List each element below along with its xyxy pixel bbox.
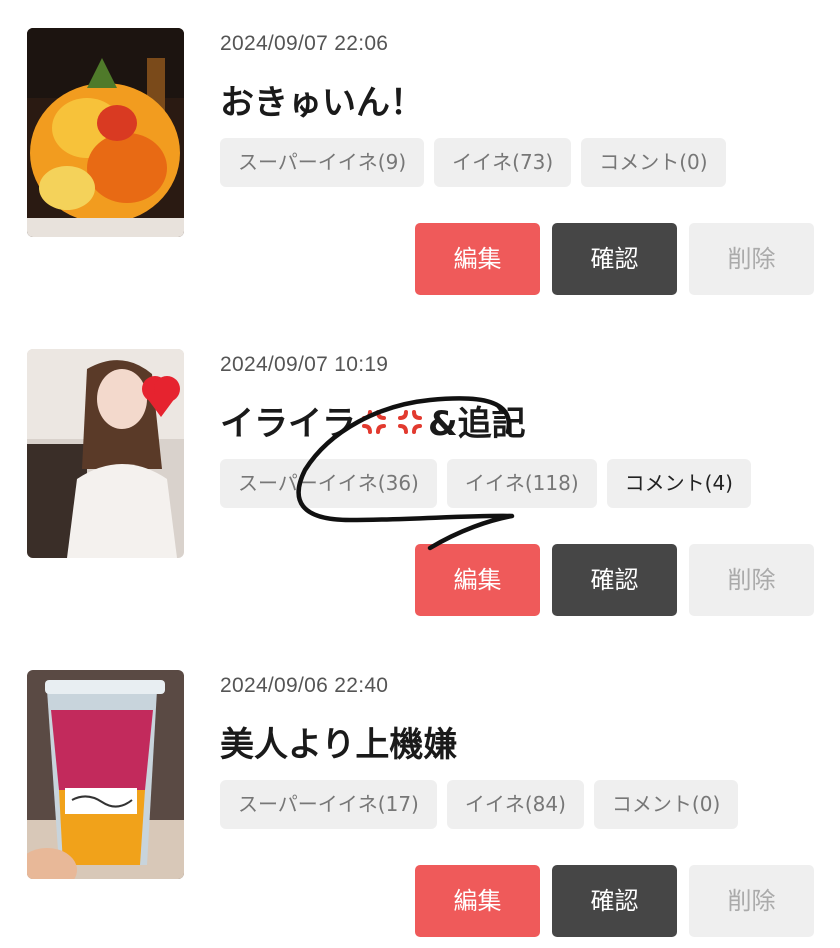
delete-button[interactable]: 削除 <box>689 865 814 937</box>
confirm-button[interactable]: 確認 <box>552 223 677 295</box>
post-item: 2024/09/07 22:06 おきゅいん！ スーパーイイネ(9) イイネ(7… <box>0 0 840 300</box>
post-title[interactable]: イライラ &追記 <box>220 396 526 445</box>
post-stats: スーパーイイネ(36) イイネ(118) コメント(4) <box>220 459 751 509</box>
like-count[interactable]: イイネ(118) <box>446 459 597 508</box>
post-stats: スーパーイイネ(9) イイネ(73) コメント(0) <box>220 138 726 188</box>
delete-button[interactable]: 削除 <box>689 544 814 616</box>
confirm-button[interactable]: 確認 <box>552 865 677 937</box>
post-title-suffix: &追記 <box>428 404 526 444</box>
post-title[interactable]: 美人より上機嫌 <box>220 717 457 766</box>
delete-button[interactable]: 削除 <box>689 223 814 295</box>
confirm-button[interactable]: 確認 <box>552 544 677 616</box>
super-like-count[interactable]: スーパーイイネ(17) <box>220 780 437 829</box>
post-thumbnail[interactable] <box>27 670 184 879</box>
comment-count[interactable]: コメント(4) <box>606 459 751 508</box>
post-item: 2024/09/07 10:19 イライラ &追記 スーパーイイネ(36) イイネ… <box>0 321 840 621</box>
super-like-count[interactable]: スーパーイイネ(36) <box>220 459 437 508</box>
post-item: 2024/09/06 22:40 美人より上機嫌 スーパーイイネ(17) イイネ… <box>0 642 840 942</box>
post-actions: 編集 確認 削除 <box>415 544 814 616</box>
post-date: 2024/09/06 22:40 <box>220 674 389 697</box>
post-actions: 編集 確認 削除 <box>415 865 814 937</box>
super-like-count[interactable]: スーパーイイネ(9) <box>220 138 425 187</box>
post-title-text: イライラ <box>220 404 356 444</box>
like-count[interactable]: イイネ(73) <box>434 138 572 187</box>
comment-count[interactable]: コメント(0) <box>581 138 726 187</box>
anger-symbol-icon <box>398 410 422 434</box>
edit-button[interactable]: 編集 <box>415 223 540 295</box>
like-count[interactable]: イイネ(84) <box>446 780 584 829</box>
edit-button[interactable]: 編集 <box>415 865 540 937</box>
post-thumbnail[interactable] <box>27 349 184 558</box>
post-title[interactable]: おきゅいん！ <box>220 75 424 124</box>
post-date: 2024/09/07 22:06 <box>220 32 389 55</box>
post-actions: 編集 確認 削除 <box>415 223 814 295</box>
comment-count[interactable]: コメント(0) <box>593 780 739 829</box>
post-thumbnail[interactable] <box>27 28 184 237</box>
anger-symbol-icon <box>362 410 386 434</box>
post-date: 2024/09/07 10:19 <box>220 353 389 376</box>
edit-button[interactable]: 編集 <box>415 544 540 616</box>
post-stats: スーパーイイネ(17) イイネ(84) コメント(0) <box>220 780 739 830</box>
